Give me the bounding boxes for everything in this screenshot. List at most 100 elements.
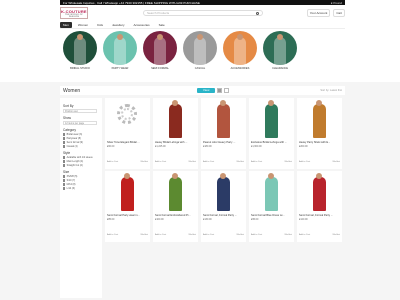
- wishlist-link[interactable]: Wishlist: [140, 161, 148, 163]
- style-filter-option[interactable]: Available with 1/2 sleeve: [63, 156, 99, 159]
- product-name[interactable]: Semi Formal Embroidered Pi...: [155, 214, 196, 217]
- product-card[interactable]: Heavy Bridal Lehnga with ... £1,225.00 Add…: [153, 98, 198, 169]
- list-view-icon[interactable]: [224, 88, 230, 93]
- category-image: [143, 31, 177, 65]
- product-image[interactable]: [209, 173, 238, 212]
- product-name[interactable]: Exclusive Bridal Lehnga with ...: [251, 141, 292, 144]
- product-name[interactable]: Heavy Party Sheki with E...: [299, 141, 340, 144]
- product-image[interactable]: [161, 173, 190, 212]
- sort-select[interactable]: Position asc: [63, 109, 97, 113]
- checkbox-icon[interactable]: [63, 179, 66, 182]
- add-to-cart-link[interactable]: Add to Cart: [155, 161, 166, 163]
- nav-item-women[interactable]: Women: [75, 22, 91, 28]
- add-to-cart-link[interactable]: Add to Cart: [203, 161, 214, 163]
- product-name[interactable]: Peanut color Heavy Party ...: [203, 141, 244, 144]
- product-name[interactable]: Heavy Bridal Lehnga with ...: [155, 141, 196, 144]
- product-image[interactable]: [257, 173, 286, 212]
- product-card[interactable]: Semi Formal Party wear in... £85.00 Add to…: [105, 171, 150, 242]
- wishlist-link[interactable]: Wishlist: [332, 234, 340, 236]
- product-name[interactable]: Semi Formal, Formal Party ...: [203, 214, 244, 217]
- listing-header: Women View Sort by: Latest first: [60, 86, 345, 95]
- product-image[interactable]: [209, 100, 238, 139]
- category-party-wear[interactable]: Party Wear: [102, 31, 138, 73]
- product-card[interactable]: Exclusive Bridal Lehnga with ... £1,600.0…: [249, 98, 294, 169]
- category-filter-option[interactable]: Semi formal (9): [63, 141, 99, 144]
- nav-item-jewellery[interactable]: Jewellery: [109, 22, 128, 28]
- category-semi-formal[interactable]: Semi Formal: [142, 31, 178, 73]
- checkbox-icon[interactable]: [63, 183, 66, 186]
- product-card[interactable]: Peanut color Heavy Party ... £180.00 Add t…: [201, 98, 246, 169]
- wishlist-link[interactable]: Wishlist: [188, 161, 196, 163]
- checkbox-icon[interactable]: [63, 187, 66, 190]
- wishlist-link[interactable]: Wishlist: [140, 234, 148, 236]
- checkbox-icon[interactable]: [63, 164, 66, 167]
- checkbox-icon[interactable]: [63, 133, 66, 136]
- cart-button[interactable]: Cart: [333, 9, 345, 17]
- add-to-cart-link[interactable]: Add to Cart: [155, 234, 166, 236]
- product-image[interactable]: [257, 100, 286, 139]
- wishlist-link[interactable]: Wishlist: [236, 161, 244, 163]
- category-clearance[interactable]: Clearance: [262, 31, 298, 73]
- wishlist-link[interactable]: Wishlist: [236, 234, 244, 236]
- product-name[interactable]: Silver Tone Elegant Bridal ...: [107, 141, 148, 144]
- nav-item-men[interactable]: Men: [60, 21, 72, 28]
- product-name[interactable]: Semi Formal Party wear in...: [107, 214, 148, 217]
- product-image[interactable]: [305, 173, 334, 212]
- product-card[interactable]: Silver Tone Elegant Bridal ... £60.00 Add …: [105, 98, 150, 169]
- checkbox-icon[interactable]: [63, 137, 66, 140]
- show-select[interactable]: 12 items per page: [63, 121, 97, 125]
- grid-view-icon[interactable]: [217, 88, 223, 93]
- category-filter-option[interactable]: Casual (4): [63, 145, 99, 148]
- size-filter-option[interactable]: M/12 (8): [63, 183, 99, 186]
- site-logo[interactable]: K-COUTURE THE WORLD OF FASHION: [60, 7, 88, 19]
- product-image[interactable]: [113, 173, 142, 212]
- add-to-cart-link[interactable]: Add to Cart: [107, 161, 118, 163]
- checkbox-icon[interactable]: [63, 156, 66, 159]
- add-to-cart-link[interactable]: Add to Cart: [251, 161, 262, 163]
- category-filter-option[interactable]: Partywear (8): [63, 137, 99, 140]
- category-bridal-studio[interactable]: Bridal Studio: [62, 31, 98, 73]
- product-card[interactable]: Semi Formal Embroidered Pi... £100.00 Add …: [153, 171, 198, 242]
- add-to-cart-link[interactable]: Add to Cart: [107, 234, 118, 236]
- category-casual[interactable]: Casual: [182, 31, 218, 73]
- wishlist-link[interactable]: Wishlist: [332, 161, 340, 163]
- add-to-cart-link[interactable]: Add to Cart: [299, 161, 310, 163]
- logo-text: K-COUTURE: [61, 8, 87, 14]
- category-filter-option[interactable]: Bridal wear (3): [63, 133, 99, 136]
- nav-item-accessories[interactable]: Accessories: [131, 22, 153, 28]
- size-filter-option[interactable]: L/14 (6): [63, 187, 99, 190]
- product-card[interactable]: Semi Formal, Formal Party ... £130.00 Add …: [201, 171, 246, 242]
- nav-item-sale[interactable]: Sale: [156, 22, 168, 28]
- checkbox-icon[interactable]: [63, 145, 66, 148]
- product-image[interactable]: [305, 100, 334, 139]
- product-name[interactable]: Semi Formal Blue Dress wi...: [251, 214, 292, 217]
- style-filter-option[interactable]: Maxi Length (4): [63, 160, 99, 163]
- currency-selector[interactable]: £ Pound: [331, 1, 342, 5]
- product-name[interactable]: Semi Formal, Formal Party ...: [299, 214, 340, 217]
- account-button[interactable]: Your Account: [306, 9, 331, 17]
- wishlist-link[interactable]: Wishlist: [284, 161, 292, 163]
- search-placeholder: Search Products: [147, 11, 170, 15]
- checkbox-icon[interactable]: [63, 141, 66, 144]
- nav-item-kids[interactable]: Kids: [94, 22, 106, 28]
- size-filter-option[interactable]: S/10 (7): [63, 179, 99, 182]
- size-filter-option[interactable]: XS/6/8 (5): [63, 175, 99, 178]
- product-card[interactable]: Semi Formal, Formal Party ... £120.00 Add …: [297, 171, 342, 242]
- view-button[interactable]: View: [197, 88, 216, 93]
- style-filter-option[interactable]: Straight Cut (2): [63, 164, 99, 167]
- search-input[interactable]: Search Products: [143, 10, 263, 16]
- search-icon[interactable]: [256, 11, 259, 15]
- checkbox-icon[interactable]: [63, 175, 66, 178]
- category-accessories[interactable]: Accessories: [222, 31, 258, 73]
- add-to-cart-link[interactable]: Add to Cart: [299, 234, 310, 236]
- product-image[interactable]: [161, 100, 190, 139]
- product-image[interactable]: [113, 100, 142, 139]
- product-card[interactable]: Semi Formal Blue Dress wi... £95.00 Add to…: [249, 171, 294, 242]
- sort-indicator[interactable]: Sort by: Latest first: [320, 89, 342, 92]
- add-to-cart-link[interactable]: Add to Cart: [203, 234, 214, 236]
- product-card[interactable]: Heavy Party Sheki with E... £200.00 Add to…: [297, 98, 342, 169]
- checkbox-icon[interactable]: [63, 160, 66, 163]
- add-to-cart-link[interactable]: Add to Cart: [251, 234, 262, 236]
- wishlist-link[interactable]: Wishlist: [284, 234, 292, 236]
- wishlist-link[interactable]: Wishlist: [188, 234, 196, 236]
